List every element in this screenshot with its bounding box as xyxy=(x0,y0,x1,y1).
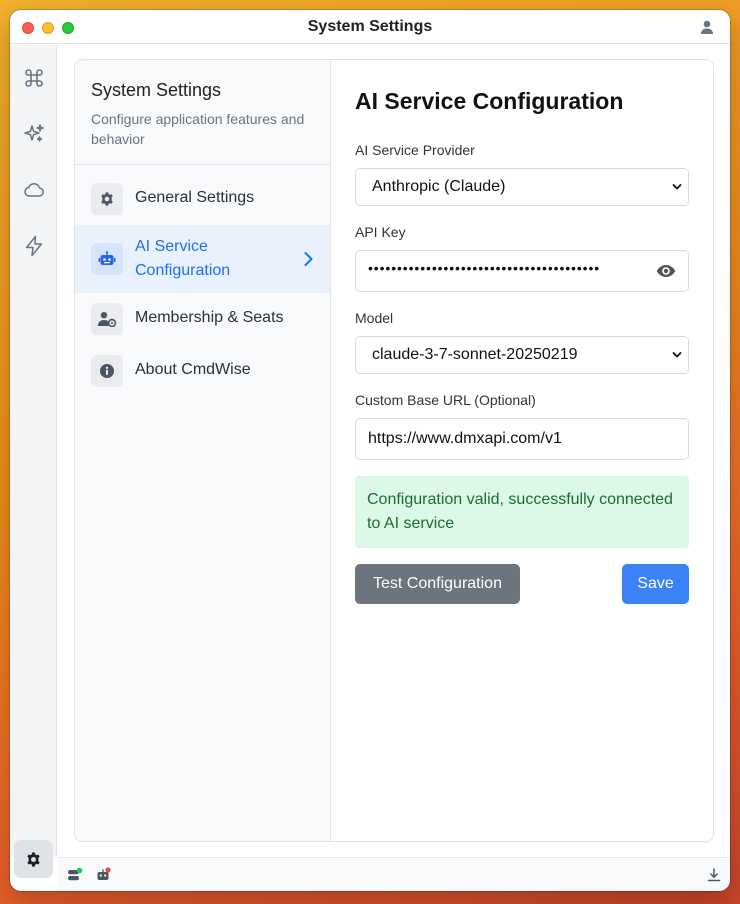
info-icon xyxy=(91,355,123,387)
gear-icon xyxy=(91,183,123,215)
download-icon[interactable] xyxy=(706,867,722,883)
settings-rail-button[interactable] xyxy=(14,840,53,878)
api-key-label: API Key xyxy=(355,224,406,240)
eye-icon[interactable] xyxy=(656,263,676,279)
api-key-masked-value: •••••••••••••••••••••••••••••••••••••••• xyxy=(368,260,601,276)
user-icon[interactable] xyxy=(699,19,715,35)
chevron-right-icon xyxy=(304,252,313,266)
provider-label: AI Service Provider xyxy=(355,142,475,158)
api-key-input[interactable]: •••••••••••••••••••••••••••••••••••••••• xyxy=(355,250,689,292)
sidebar-title: System Settings xyxy=(91,80,222,100)
window-title: System Settings xyxy=(307,18,433,35)
sidebar-item-label: Membership & Seats xyxy=(135,309,284,326)
sparkles-icon[interactable] xyxy=(22,122,46,146)
sidebar-description: Configure application features and behav… xyxy=(91,111,305,147)
bottom-status-bar xyxy=(57,857,730,891)
robot-status-icon[interactable] xyxy=(95,867,111,883)
page-title: AI Service Configuration xyxy=(355,88,624,114)
base-url-input[interactable]: https://www.dmxapi.com/v1 xyxy=(355,418,689,460)
user-gear-icon xyxy=(91,303,123,335)
model-selected-value: claude-3-7-sonnet-20250219 xyxy=(372,346,578,363)
settings-sidebar: System Settings Configure application fe… xyxy=(75,60,331,841)
title-bar: System Settings xyxy=(10,10,730,44)
base-url-label: Custom Base URL (Optional) xyxy=(355,392,536,408)
lightning-icon[interactable] xyxy=(22,234,46,258)
sidebar-item-label: AI Service Configuration xyxy=(135,238,231,279)
chevron-down-icon xyxy=(672,184,682,190)
save-button[interactable]: Save xyxy=(622,564,689,604)
sidebar-item-about-cmdwise[interactable]: About CmdWise xyxy=(75,345,330,397)
toggle-status-icon[interactable] xyxy=(67,867,83,883)
sidebar-header: System Settings Configure application fe… xyxy=(75,60,330,165)
provider-selected-value: Anthropic (Claude) xyxy=(372,178,506,195)
base-url-value: https://www.dmxapi.com/v1 xyxy=(368,430,562,447)
sidebar-item-label: About CmdWise xyxy=(135,361,251,378)
sidebar-item-ai-service-configuration[interactable]: AI Service Configuration xyxy=(75,225,330,293)
gear-icon xyxy=(27,852,40,867)
provider-select[interactable]: Anthropic (Claude) xyxy=(355,168,689,206)
test-configuration-button[interactable]: Test Configuration xyxy=(355,564,520,604)
settings-panel: System Settings Configure application fe… xyxy=(74,59,714,842)
sidebar-item-membership-seats[interactable]: Membership & Seats xyxy=(75,293,330,345)
left-rail xyxy=(10,45,57,878)
command-icon[interactable] xyxy=(22,66,46,90)
app-window: System Settings System Settings Configur… xyxy=(10,10,730,891)
ai-config-form: AI Service Configuration AI Service Prov… xyxy=(331,60,713,841)
chevron-down-icon xyxy=(672,352,682,358)
sidebar-item-label: General Settings xyxy=(135,189,255,206)
status-message: Configuration valid, successfully connec… xyxy=(355,476,689,548)
model-select[interactable]: claude-3-7-sonnet-20250219 xyxy=(355,336,689,374)
robot-icon xyxy=(91,243,123,275)
sidebar-item-general-settings[interactable]: General Settings xyxy=(75,173,330,225)
cloud-icon[interactable] xyxy=(22,178,46,202)
model-label: Model xyxy=(355,310,394,326)
